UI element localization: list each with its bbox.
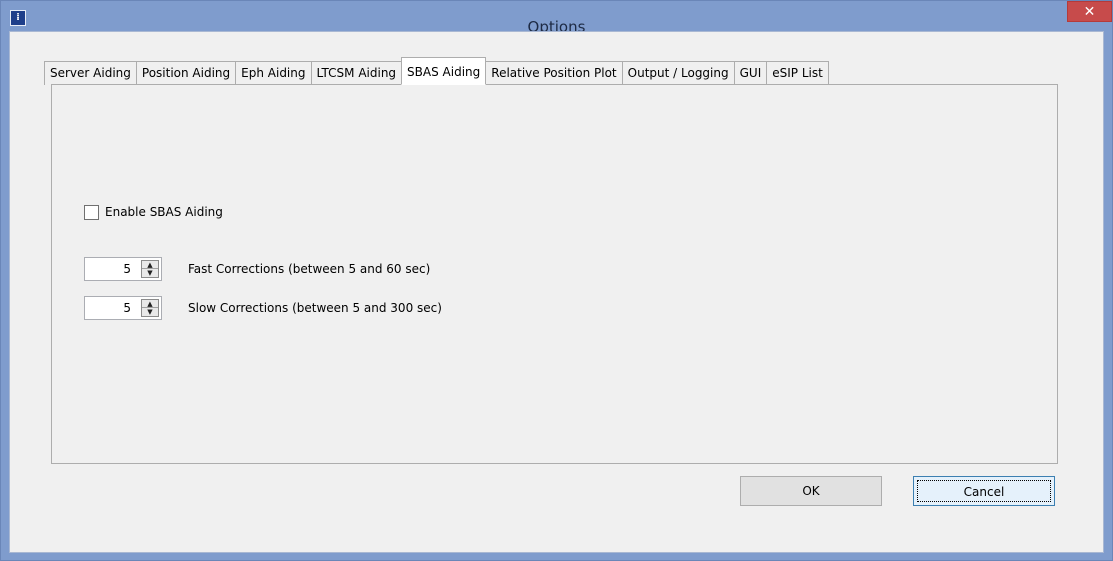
ok-button[interactable]: OK (740, 476, 882, 506)
down-arrow-icon[interactable]: ▼ (142, 308, 158, 316)
enable-sbas-row: Enable SBAS Aiding (84, 203, 223, 221)
tab-gui[interactable]: GUI (733, 61, 768, 85)
up-arrow-icon[interactable]: ▲ (142, 300, 158, 308)
slow-corrections-row: 5 ▲ ▼ Slow Corrections (between 5 and 30… (84, 296, 442, 320)
fast-corrections-value[interactable]: 5 (123, 262, 131, 276)
up-arrow-icon[interactable]: ▲ (142, 261, 158, 269)
enable-sbas-label[interactable]: Enable SBAS Aiding (105, 205, 223, 219)
cancel-label: Cancel (917, 480, 1051, 502)
tab-relative-position-plot[interactable]: Relative Position Plot (485, 61, 623, 85)
slow-corrections-spinbox[interactable]: 5 ▲ ▼ (84, 296, 162, 320)
tab-eph-aiding[interactable]: Eph Aiding (235, 61, 312, 85)
fast-corrections-label: Fast Corrections (between 5 and 60 sec) (188, 262, 431, 276)
fast-corrections-arrows[interactable]: ▲ ▼ (141, 260, 159, 278)
tab-sbas-aiding[interactable]: SBAS Aiding (401, 57, 487, 85)
cancel-button[interactable]: Cancel (913, 476, 1055, 506)
slow-corrections-label: Slow Corrections (between 5 and 300 sec) (188, 301, 442, 315)
tab-position-aiding[interactable]: Position Aiding (135, 61, 237, 85)
tab-strip: Server Aiding Position Aiding Eph Aiding… (44, 57, 829, 85)
tab-server-aiding[interactable]: Server Aiding (44, 61, 137, 85)
slow-corrections-value[interactable]: 5 (123, 301, 131, 315)
fast-corrections-spinbox[interactable]: 5 ▲ ▼ (84, 257, 162, 281)
down-arrow-icon[interactable]: ▼ (142, 269, 158, 277)
close-button[interactable]: ✕ (1067, 1, 1112, 22)
slow-corrections-arrows[interactable]: ▲ ▼ (141, 299, 159, 317)
enable-sbas-checkbox[interactable] (84, 204, 99, 220)
fast-corrections-row: 5 ▲ ▼ Fast Corrections (between 5 and 60… (84, 257, 430, 281)
tab-esip-list[interactable]: eSIP List (766, 61, 829, 85)
tab-output-logging[interactable]: Output / Logging (621, 61, 735, 85)
tab-ltcsm-aiding[interactable]: LTCSM Aiding (310, 61, 403, 85)
